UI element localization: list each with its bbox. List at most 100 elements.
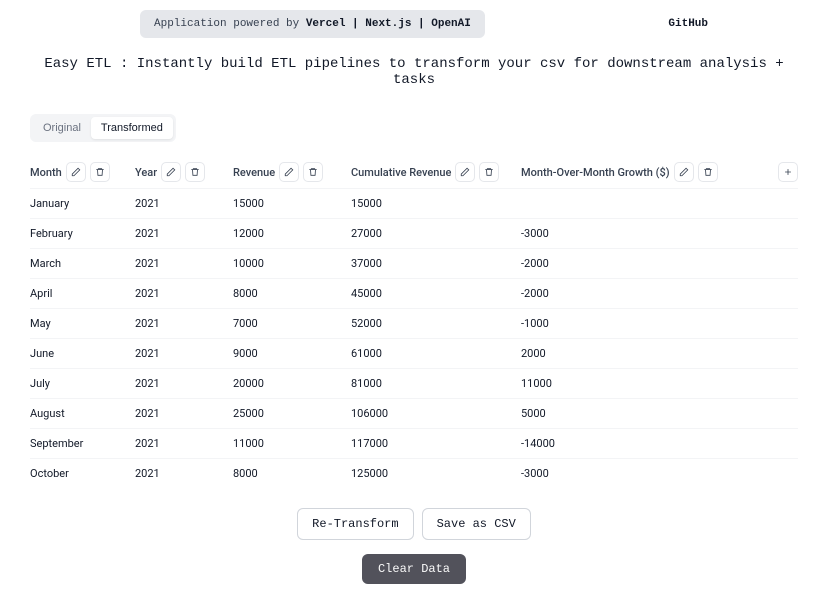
- cell-revenue: 9000: [233, 347, 351, 360]
- cell-cumulative: 117000: [351, 437, 521, 450]
- delete-col-cumulative[interactable]: [479, 162, 499, 182]
- cell-month: July: [30, 377, 135, 390]
- table-row: August2021250001060005000: [30, 398, 798, 428]
- trash-icon: [703, 165, 713, 180]
- cell-revenue: 12000: [233, 227, 351, 240]
- table-row: September202111000117000-14000: [30, 428, 798, 458]
- edit-col-year[interactable]: [161, 162, 181, 182]
- col-header-cumulative: Cumulative Revenue: [351, 162, 521, 182]
- cell-revenue: 20000: [233, 377, 351, 390]
- add-column-button[interactable]: [778, 162, 798, 182]
- page-title: Easy ETL : Instantly build ETL pipelines…: [0, 38, 828, 114]
- cell-year: 2021: [135, 467, 233, 480]
- cell-year: 2021: [135, 287, 233, 300]
- powered-by-badge: Application powered by Vercel | Next.js …: [140, 10, 485, 38]
- table-row: February20211200027000-3000: [30, 218, 798, 248]
- col-header-revenue: Revenue: [233, 162, 351, 182]
- cell-month: June: [30, 347, 135, 360]
- table-row: April2021800045000-2000: [30, 278, 798, 308]
- clear-data-button[interactable]: Clear Data: [362, 554, 466, 584]
- cell-mom: -3000: [521, 227, 798, 240]
- cell-year: 2021: [135, 257, 233, 270]
- col-label: Month: [30, 166, 62, 179]
- cell-year: 2021: [135, 437, 233, 450]
- tab-original[interactable]: Original: [33, 117, 91, 139]
- cell-revenue: 11000: [233, 437, 351, 450]
- cell-month: February: [30, 227, 135, 240]
- delete-col-mom[interactable]: [698, 162, 718, 182]
- clear-row: Clear Data: [30, 554, 798, 588]
- cell-month: March: [30, 257, 135, 270]
- data-table: Month Year Revenue Cumulative Revenue: [30, 156, 798, 488]
- cell-cumulative: 27000: [351, 227, 521, 240]
- table-row: October20218000125000-3000: [30, 458, 798, 488]
- col-header-year: Year: [135, 162, 233, 182]
- cell-cumulative: 45000: [351, 287, 521, 300]
- cell-revenue: 10000: [233, 257, 351, 270]
- trash-icon: [484, 165, 494, 180]
- cell-revenue: 15000: [233, 197, 351, 210]
- edit-col-revenue[interactable]: [279, 162, 299, 182]
- powered-strong: Vercel | Next.js | OpenAI: [306, 18, 471, 30]
- tab-group: Original Transformed: [30, 114, 176, 142]
- plus-icon: [783, 165, 793, 180]
- delete-col-year[interactable]: [185, 162, 205, 182]
- edit-col-cumulative[interactable]: [455, 162, 475, 182]
- col-label: Cumulative Revenue: [351, 166, 451, 179]
- cell-month: January: [30, 197, 135, 210]
- cell-month: October: [30, 467, 135, 480]
- cell-cumulative: 61000: [351, 347, 521, 360]
- table-row: June20219000610002000: [30, 338, 798, 368]
- save-csv-button[interactable]: Save as CSV: [422, 508, 531, 540]
- edit-col-mom[interactable]: [674, 162, 694, 182]
- cell-mom: 11000: [521, 377, 798, 390]
- col-header-month: Month: [30, 162, 135, 182]
- pencil-icon: [679, 165, 689, 180]
- col-label: Revenue: [233, 166, 275, 179]
- powered-prefix: Application powered by: [154, 18, 306, 30]
- cell-mom: -3000: [521, 467, 798, 480]
- action-row: Re-Transform Save as CSV: [30, 508, 798, 540]
- cell-month: August: [30, 407, 135, 420]
- pencil-icon: [166, 165, 176, 180]
- cell-mom: -1000: [521, 317, 798, 330]
- cell-cumulative: 125000: [351, 467, 521, 480]
- cell-cumulative: 15000: [351, 197, 521, 210]
- edit-col-month[interactable]: [66, 162, 86, 182]
- table-row: May2021700052000-1000: [30, 308, 798, 338]
- col-label: Year: [135, 166, 157, 179]
- col-header-mom: Month-Over-Month Growth ($): [521, 162, 778, 182]
- cell-revenue: 8000: [233, 467, 351, 480]
- cell-year: 2021: [135, 347, 233, 360]
- cell-revenue: 25000: [233, 407, 351, 420]
- table-body: January20211500015000February20211200027…: [30, 188, 798, 488]
- github-link[interactable]: GitHub: [668, 18, 708, 30]
- cell-mom: 2000: [521, 347, 798, 360]
- table-row: January20211500015000: [30, 188, 798, 218]
- trash-icon: [190, 165, 200, 180]
- cell-mom: -2000: [521, 257, 798, 270]
- pencil-icon: [71, 165, 81, 180]
- retransform-button[interactable]: Re-Transform: [297, 508, 413, 540]
- tab-transformed[interactable]: Transformed: [91, 117, 173, 139]
- cell-mom: -14000: [521, 437, 798, 450]
- cell-year: 2021: [135, 227, 233, 240]
- table-header-row: Month Year Revenue Cumulative Revenue: [30, 156, 798, 188]
- col-label: Month-Over-Month Growth ($): [521, 166, 670, 179]
- delete-col-revenue[interactable]: [303, 162, 323, 182]
- pencil-icon: [460, 165, 470, 180]
- trash-icon: [95, 165, 105, 180]
- cell-month: May: [30, 317, 135, 330]
- app-header: Application powered by Vercel | Next.js …: [0, 0, 828, 38]
- cell-cumulative: 81000: [351, 377, 521, 390]
- cell-revenue: 7000: [233, 317, 351, 330]
- cell-month: April: [30, 287, 135, 300]
- cell-cumulative: 106000: [351, 407, 521, 420]
- pencil-icon: [284, 165, 294, 180]
- cell-mom: 5000: [521, 407, 798, 420]
- cell-cumulative: 37000: [351, 257, 521, 270]
- cell-year: 2021: [135, 197, 233, 210]
- delete-col-month[interactable]: [90, 162, 110, 182]
- table-row: July2021200008100011000: [30, 368, 798, 398]
- table-row: March20211000037000-2000: [30, 248, 798, 278]
